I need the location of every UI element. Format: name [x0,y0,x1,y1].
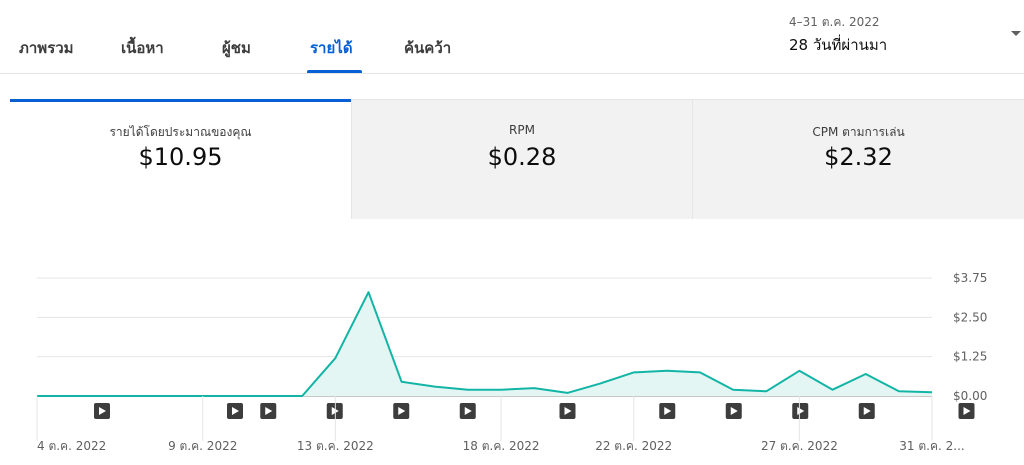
metric-value: $2.32 [824,143,893,171]
metric-label: CPM ตามการเล่น [812,125,905,139]
x-tick-label: 13 ต.ค. 2022 [297,439,374,453]
metric-card-rpm[interactable]: RPM $0.28 [351,99,692,219]
active-tab-indicator [307,70,362,73]
metric-label: รายได้โดยประมาณของคุณ [109,125,252,139]
metric-value: $10.95 [138,143,223,171]
video-marker-play-icon[interactable] [459,403,476,419]
video-marker-play-icon[interactable] [958,403,975,419]
video-marker-play-icon[interactable] [559,403,576,419]
video-marker-play-icon[interactable] [858,403,875,419]
x-tick-label: 22 ต.ค. 2022 [595,439,672,453]
video-marker-play-icon[interactable] [260,403,277,419]
tab-research[interactable]: ค้นคว้า [404,36,451,60]
video-marker-play-icon[interactable] [725,403,742,419]
video-marker-play-icon[interactable] [792,403,809,419]
tab-content[interactable]: เนื้อหา [121,36,164,60]
metric-value: $0.28 [487,143,557,171]
y-tick-label: $1.25 [953,350,987,364]
date-period-text: 28 วันที่ผ่านมา [789,36,888,54]
video-marker-play-icon[interactable] [659,403,676,419]
y-tick-label: $0.00 [953,389,987,403]
series-area [37,292,932,396]
tab-revenue[interactable]: รายได้ [310,36,353,60]
date-range-selector[interactable]: 4–31 ต.ค. 2022 28 วันที่ผ่านมา [789,13,1024,61]
video-marker-play-icon[interactable] [393,403,410,419]
revenue-chart-svg: $0.00 $1.25 $2.50 $3.75 4 ต.ค. 2022 9 ต.ค. 20… [36,271,987,453]
video-marker-play-icon[interactable] [326,403,343,419]
metric-label: RPM [509,123,535,137]
metric-cards: รายได้โดยประมาณของคุณ $10.95 RPM $0.28 C… [10,99,1024,219]
x-tick-label: 27 ต.ค. 2022 [761,439,838,453]
tab-overview[interactable]: ภาพรวม [19,36,74,60]
video-marker-play-icon[interactable] [94,403,110,419]
y-tick-label: $3.75 [953,271,987,285]
y-tick-label: $2.50 [953,310,987,324]
x-tick-label: 18 ต.ค. 2022 [463,439,540,453]
dropdown-arrow-icon[interactable] [1011,31,1021,36]
x-tick-label: 31 ต.ค. 2... [899,439,964,453]
date-range-text: 4–31 ต.ค. 2022 [789,15,880,29]
x-tick-label: 9 ต.ค. 2022 [168,439,237,453]
video-marker-play-icon[interactable] [227,403,243,419]
x-tick-label: 4 ต.ค. 2022 [37,439,106,453]
metric-card-estimated-revenue[interactable]: รายได้โดยประมาณของคุณ $10.95 [10,99,351,219]
metric-card-cpm[interactable]: CPM ตามการเล่น $2.32 [692,99,1024,219]
tab-audience[interactable]: ผู้ชม [222,36,251,60]
revenue-chart: $0.00 $1.25 $2.50 $3.75 4 ต.ค. 2022 9 ต.ค. 20… [0,220,1024,465]
